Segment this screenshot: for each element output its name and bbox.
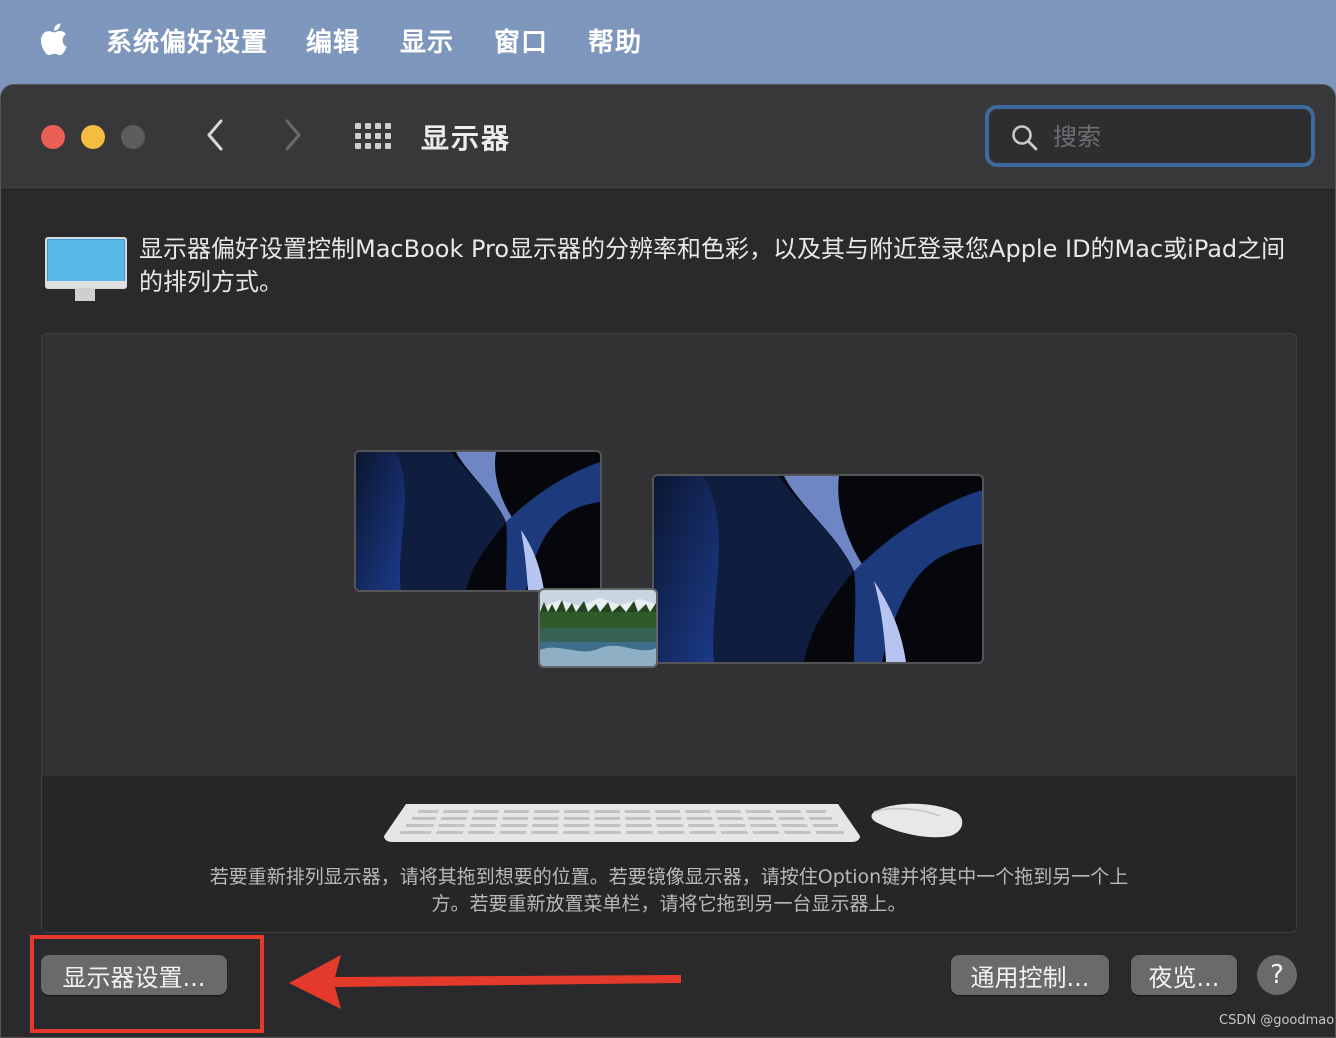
- preferences-window: 显示器 显示器偏好设置控制MacBook Pro显示器的分辨率和色彩，以及其与附…: [0, 84, 1336, 1038]
- search-input[interactable]: [1051, 119, 1295, 155]
- mouse-icon: [871, 803, 963, 838]
- ipad-display-thumbnail[interactable]: [538, 588, 658, 668]
- display-arrangement-area: 若要重新排列显示器，请将其拖到想要的位置。若要镜像显示器，请按住Option键并…: [41, 333, 1297, 933]
- menu-help[interactable]: 帮助: [588, 22, 642, 59]
- help-button[interactable]: ?: [1257, 955, 1297, 995]
- menu-bar: 系统偏好设置 编辑 显示 窗口 帮助: [0, 0, 1336, 82]
- close-button[interactable]: [41, 125, 65, 149]
- minimize-button[interactable]: [81, 125, 105, 149]
- external-display-thumbnail[interactable]: [652, 474, 984, 664]
- window-title: 显示器: [421, 122, 512, 155]
- back-chevron-icon[interactable]: [201, 117, 231, 153]
- forward-chevron-icon[interactable]: [277, 117, 307, 153]
- search-icon: [1012, 125, 1038, 151]
- show-all-grid-icon[interactable]: [355, 123, 391, 149]
- arrangement-hint-line1: 若要重新排列显示器，请将其拖到想要的位置。若要镜像显示器，请按住Option键并…: [209, 866, 1129, 888]
- annotation-highlight-box: [30, 935, 264, 1033]
- zoom-button[interactable]: [121, 125, 145, 149]
- window-toolbar: 显示器: [1, 85, 1335, 190]
- menu-window[interactable]: 窗口: [494, 22, 548, 59]
- description-text: 显示器偏好设置控制MacBook Pro显示器的分辨率和色彩，以及其与附近登录您…: [139, 235, 1286, 296]
- annotation-arrow-icon: [289, 955, 681, 1009]
- lake-wallpaper-image: [540, 590, 656, 666]
- menu-app-name[interactable]: 系统偏好设置: [106, 22, 268, 59]
- keyboard-icon: [384, 804, 860, 842]
- menu-view[interactable]: 显示: [400, 22, 454, 59]
- arrangement-hint-line2: 方。若要重新放置菜单栏，请将它拖到另一台显示器上。: [431, 893, 907, 915]
- arrangement-hint: 若要重新排列显示器，请将其拖到想要的位置。若要镜像显示器，请按住Option键并…: [42, 864, 1296, 918]
- wallpaper-image: [654, 476, 982, 662]
- wallpaper-image: [356, 452, 600, 590]
- apple-logo-icon[interactable]: [38, 22, 68, 56]
- watermark-text: CSDN @goodmao: [1219, 1013, 1335, 1028]
- menu-edit[interactable]: 编辑: [306, 22, 360, 59]
- night-shift-button[interactable]: 夜览...: [1131, 955, 1237, 995]
- search-field[interactable]: [985, 105, 1315, 167]
- display-preferences-icon: [45, 237, 127, 301]
- universal-control-button[interactable]: 通用控制...: [951, 955, 1109, 995]
- macbook-display-thumbnail[interactable]: [354, 450, 602, 592]
